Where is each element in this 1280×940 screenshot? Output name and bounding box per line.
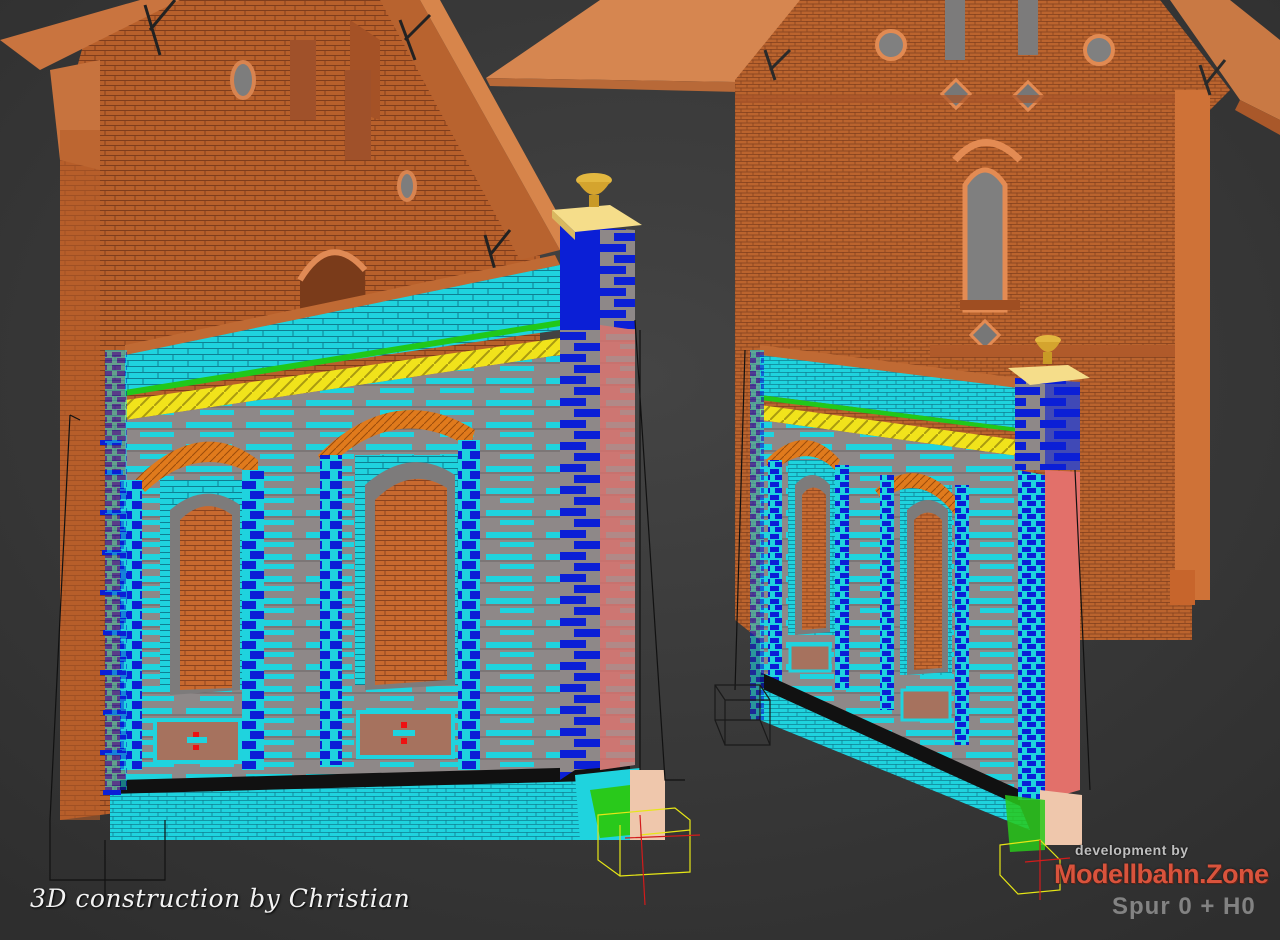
construction-caption: 3D construction by Christian (30, 884, 411, 913)
watermark-line2: Spur 0 + H0 (1112, 893, 1256, 920)
watermark-line1: development by (1075, 842, 1189, 858)
render-scene (0, 0, 1280, 940)
watermark-brand: Modellbahn.Zone (1054, 859, 1269, 889)
